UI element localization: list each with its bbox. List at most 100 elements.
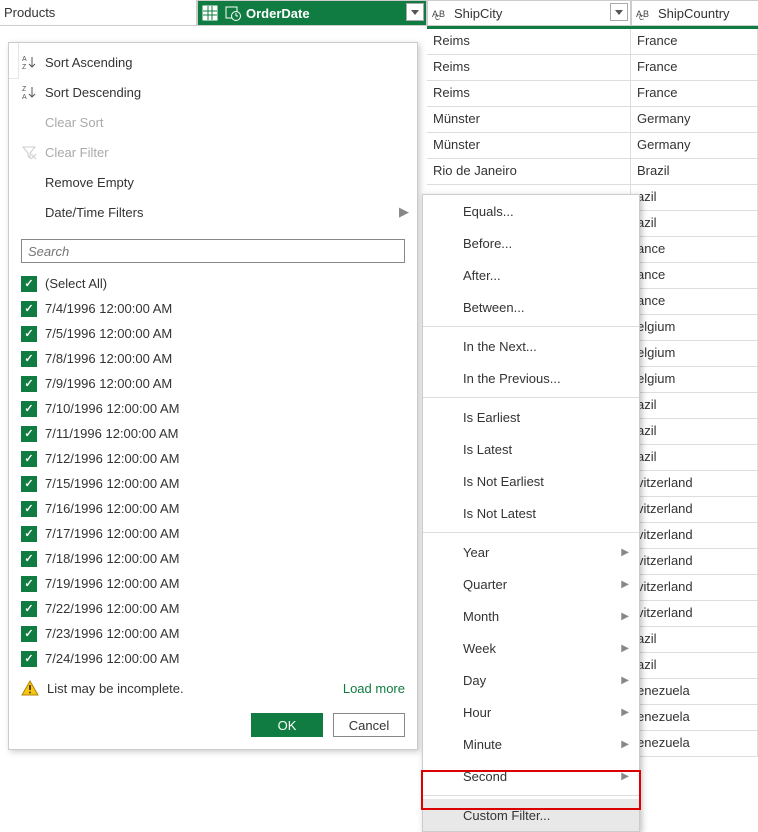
checkbox-checked-icon[interactable] [21,451,37,467]
cell-shipcountry: Germany [631,133,758,159]
search-input[interactable] [21,239,405,263]
checkbox-checked-icon[interactable] [21,301,37,317]
checkbox-checked-icon[interactable] [21,526,37,542]
date-checkbox-item[interactable]: 7/19/1996 12:00:00 AM [21,571,409,596]
table-row[interactable]: ReimsFrance [427,29,758,55]
column-filter-dropdown-button[interactable] [610,3,628,21]
menu-label: Clear Filter [45,145,109,160]
cell-shipcountry-fragment: enezuela [631,679,758,705]
filter-week-item[interactable]: Week▶ [423,632,639,664]
column-filter-dropdown-button[interactable] [406,3,424,21]
filter-between-item[interactable]: Between... [423,291,639,323]
table-row[interactable]: MünsterGermany [427,133,758,159]
filter-equals-item[interactable]: Equals... [423,195,639,227]
checkbox-checked-icon[interactable] [21,501,37,517]
remove-empty-item[interactable]: Remove Empty [9,167,417,197]
filter-month-item[interactable]: Month▶ [423,600,639,632]
column-header-shipcountry[interactable]: ABC ShipCountry [631,0,758,26]
date-checkbox-item[interactable]: 7/18/1996 12:00:00 AM [21,546,409,571]
checkbox-checked-icon[interactable] [21,626,37,642]
table-row[interactable]: ReimsFrance [427,55,758,81]
cell-shipcity: Münster [427,133,631,159]
date-checkbox-item[interactable]: 7/5/1996 12:00:00 AM [21,321,409,346]
checkbox-checked-icon[interactable] [21,576,37,592]
sort-descending-item[interactable]: ZA Sort Descending [9,77,417,107]
filter-after-item[interactable]: After... [423,259,639,291]
filter-is-not-earliest-item[interactable]: Is Not Earliest [423,465,639,497]
menu-separator [423,326,639,327]
filter-dropdown-panel: AZ Sort Ascending ZA Sort Descending Cle… [8,42,418,750]
column-header-orderdate[interactable]: OrderDate [197,0,427,26]
svg-text:Z: Z [22,64,27,70]
filter-before-item[interactable]: Before... [423,227,639,259]
date-checkbox-item[interactable]: 7/10/1996 12:00:00 AM [21,396,409,421]
date-checkbox-item[interactable]: 7/22/1996 12:00:00 AM [21,596,409,621]
filter-in-previous-item[interactable]: In the Previous... [423,362,639,394]
select-all-checkbox-item[interactable]: (Select All) [21,271,409,296]
menu-label: Sort Ascending [45,55,132,70]
checkbox-checked-icon[interactable] [21,276,37,292]
filter-minute-item[interactable]: Minute▶ [423,728,639,760]
incomplete-message: List may be incomplete. [47,681,184,696]
checkbox-checked-icon[interactable] [21,326,37,342]
cell-shipcountry-fragment: enezuela [631,731,758,757]
date-checkbox-item[interactable]: 7/16/1996 12:00:00 AM [21,496,409,521]
checkbox-checked-icon[interactable] [21,551,37,567]
date-checkbox-item[interactable]: 7/8/1996 12:00:00 AM [21,346,409,371]
text-type-icon: ABC [636,4,654,22]
date-checkbox-item[interactable]: 7/4/1996 12:00:00 AM [21,296,409,321]
table-row[interactable]: Rio de JaneiroBrazil [427,159,758,185]
sort-ascending-item[interactable]: AZ Sort Ascending [9,47,417,77]
cell-shipcountry-fragment: elgium [631,341,758,367]
filter-second-item[interactable]: Second▶ [423,760,639,792]
checkbox-checked-icon[interactable] [21,476,37,492]
datetime-filters-item[interactable]: Date/Time Filters ▶ [9,197,417,227]
cell-shipcountry-fragment: elgium [631,367,758,393]
load-more-link[interactable]: Load more [343,681,405,696]
filter-is-not-latest-item[interactable]: Is Not Latest [423,497,639,529]
cell-shipcountry-fragment: elgium [631,315,758,341]
menu-label: Clear Sort [45,115,104,130]
checkbox-checked-icon[interactable] [21,426,37,442]
checkbox-checked-icon[interactable] [21,351,37,367]
filter-year-item[interactable]: Year▶ [423,536,639,568]
chevron-right-icon: ▶ [621,643,629,654]
date-checkbox-item[interactable]: 7/12/1996 12:00:00 AM [21,446,409,471]
checkbox-label: 7/8/1996 12:00:00 AM [45,351,172,366]
menu-label: Sort Descending [45,85,141,100]
ok-button[interactable]: OK [251,713,323,737]
filter-is-earliest-item[interactable]: Is Earliest [423,401,639,433]
checkbox-label: 7/15/1996 12:00:00 AM [45,476,179,491]
cell-shipcountry-fragment: azil [631,627,758,653]
cell-shipcountry-fragment: ance [631,289,758,315]
date-checkbox-item[interactable]: 7/17/1996 12:00:00 AM [21,521,409,546]
menu-separator [423,397,639,398]
checkbox-checked-icon[interactable] [21,401,37,417]
date-checkbox-item[interactable]: 7/15/1996 12:00:00 AM [21,471,409,496]
chevron-right-icon: ▶ [399,204,409,220]
table-row[interactable]: MünsterGermany [427,107,758,133]
checkbox-checked-icon[interactable] [21,376,37,392]
cell-shipcountry-fragment: vitzerland [631,575,758,601]
filter-in-next-item[interactable]: In the Next... [423,330,639,362]
cell-shipcity: Rio de Janeiro [427,159,631,185]
column-header-shipcity[interactable]: ABC ShipCity [427,0,631,26]
filter-values-list[interactable]: (Select All) 7/4/1996 12:00:00 AM7/5/199… [21,271,409,669]
filter-hour-item[interactable]: Hour▶ [423,696,639,728]
date-checkbox-item[interactable]: 7/24/1996 12:00:00 AM [21,646,409,669]
filter-is-latest-item[interactable]: Is Latest [423,433,639,465]
checkbox-label: 7/18/1996 12:00:00 AM [45,551,179,566]
cell-shipcountry: Brazil [631,159,758,185]
date-checkbox-item[interactable]: 7/23/1996 12:00:00 AM [21,621,409,646]
filter-day-item[interactable]: Day▶ [423,664,639,696]
checkbox-checked-icon[interactable] [21,601,37,617]
checkbox-checked-icon[interactable] [21,651,37,667]
date-checkbox-item[interactable]: 7/9/1996 12:00:00 AM [21,371,409,396]
filter-custom-item[interactable]: Custom Filter... [423,799,639,831]
cancel-button[interactable]: Cancel [333,713,405,737]
filter-quarter-item[interactable]: Quarter▶ [423,568,639,600]
table-row[interactable]: ReimsFrance [427,81,758,107]
date-checkbox-item[interactable]: 7/11/1996 12:00:00 AM [21,421,409,446]
column-label: OrderDate [246,6,310,21]
column-header-products[interactable]: Products [0,0,197,26]
